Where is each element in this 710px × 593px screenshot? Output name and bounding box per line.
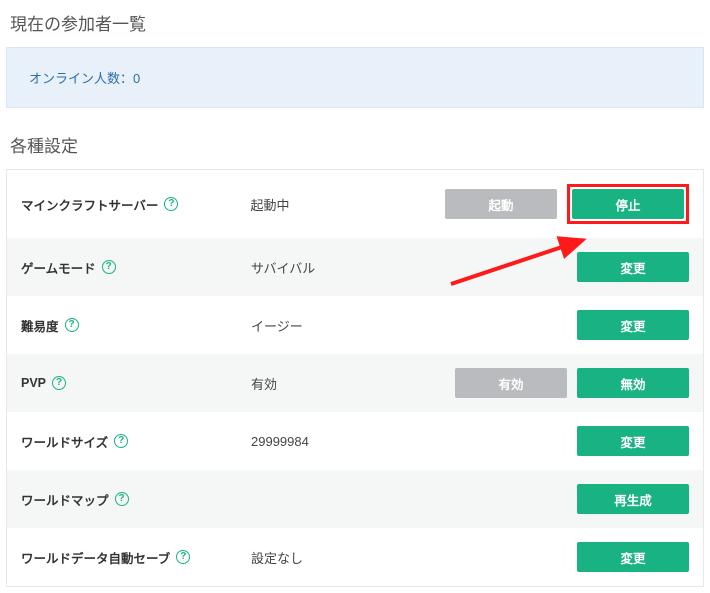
row-pvp: PVP ? 有効 有効 無効 <box>7 354 703 412</box>
highlight-stop: 停止 <box>567 184 689 224</box>
participants-title: 現在の参加者一覧 <box>10 10 704 35</box>
label-world-size: ワールドサイズ <box>21 432 108 451</box>
stop-server-button[interactable]: 停止 <box>572 189 684 219</box>
change-game-mode-button[interactable]: 変更 <box>577 252 689 282</box>
online-count-text: オンライン人数：0 <box>29 71 140 86</box>
help-icon[interactable]: ? <box>114 434 128 448</box>
label-auto-save: ワールドデータ自動セーブ <box>21 548 170 567</box>
value-auto-save: 設定なし <box>251 548 446 567</box>
row-auto-save: ワールドデータ自動セーブ ? 設定なし 変更 <box>7 528 703 586</box>
help-icon[interactable]: ? <box>115 492 129 506</box>
settings-title: 各種設定 <box>10 132 704 157</box>
row-difficulty: 難易度 ? イージー 変更 <box>7 296 703 354</box>
help-icon[interactable]: ? <box>52 376 66 390</box>
help-icon[interactable]: ? <box>176 550 190 564</box>
online-info-box: オンライン人数：0 <box>6 47 704 108</box>
value-difficulty: イージー <box>251 316 446 335</box>
help-icon[interactable]: ? <box>65 318 79 332</box>
value-world-size: 29999984 <box>251 434 446 449</box>
row-world-size: ワールドサイズ ? 29999984 変更 <box>7 412 703 470</box>
value-minecraft-server: 起動中 <box>250 195 445 214</box>
row-minecraft-server: マインクラフトサーバー ? 起動中 起動 停止 <box>7 170 703 238</box>
regenerate-world-button[interactable]: 再生成 <box>577 484 689 514</box>
label-minecraft-server: マインクラフトサーバー <box>21 195 158 214</box>
change-auto-save-button[interactable]: 変更 <box>577 542 689 572</box>
help-icon[interactable]: ? <box>102 260 116 274</box>
pvp-disable-button[interactable]: 無効 <box>577 368 689 398</box>
change-world-size-button[interactable]: 変更 <box>577 426 689 456</box>
change-difficulty-button[interactable]: 変更 <box>577 310 689 340</box>
settings-panel: マインクラフトサーバー ? 起動中 起動 停止 <box>6 169 704 587</box>
help-icon[interactable]: ? <box>164 197 178 211</box>
label-pvp: PVP <box>21 376 46 390</box>
value-pvp: 有効 <box>251 374 446 393</box>
label-difficulty: 難易度 <box>21 316 59 335</box>
label-game-mode: ゲームモード <box>21 258 96 277</box>
label-world-map: ワールドマップ <box>21 490 109 509</box>
row-world-map: ワールドマップ ? 再生成 <box>7 470 703 528</box>
row-game-mode: ゲームモード ? サバイバル 変更 <box>7 238 703 296</box>
start-server-button: 起動 <box>445 189 557 219</box>
value-game-mode: サバイバル <box>251 258 446 277</box>
pvp-enable-button: 有効 <box>455 368 567 398</box>
